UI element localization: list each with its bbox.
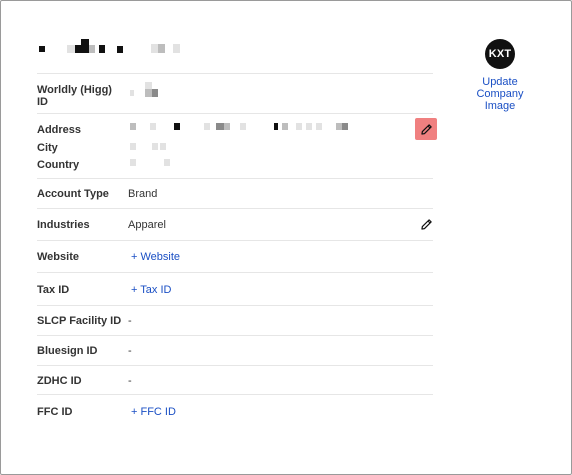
edit-address-button[interactable] xyxy=(415,118,437,140)
row-account-type: Account Type Brand xyxy=(37,178,433,208)
zdhc-id-label: ZDHC ID xyxy=(37,375,82,387)
city-label: City xyxy=(37,142,58,154)
address-value-redacted xyxy=(128,123,368,133)
zdhc-id-value: - xyxy=(128,375,132,387)
company-details-list: Worldly (Higg) ID Address City Country A… xyxy=(37,73,433,426)
row-website: Website + Website xyxy=(37,240,433,272)
row-worldly-id: Worldly (Higg) ID xyxy=(37,73,433,113)
row-tax-id: Tax ID + Tax ID xyxy=(37,272,433,305)
company-name-redacted xyxy=(37,39,197,55)
bluesign-id-value: - xyxy=(128,345,132,357)
address-label: Address xyxy=(37,124,82,136)
update-company-image-link[interactable]: Update Company Image xyxy=(467,76,533,112)
account-type-value: Brand xyxy=(128,188,158,200)
bluesign-id-label: Bluesign ID xyxy=(37,345,98,357)
company-profile-panel: Worldly (Higg) ID Address City Country A… xyxy=(0,0,572,475)
worldly-id-label: Worldly (Higg) ID xyxy=(37,84,112,108)
edit-industries-button[interactable] xyxy=(415,213,437,235)
pencil-icon xyxy=(420,218,432,230)
tax-id-label: Tax ID xyxy=(37,284,70,296)
row-industries: Industries Apparel xyxy=(37,208,433,240)
slcp-facility-id-value: - xyxy=(128,315,132,327)
row-slcp-facility-id: SLCP Facility ID - xyxy=(37,305,433,335)
add-tax-id-link[interactable]: + Tax ID xyxy=(131,284,171,296)
pencil-icon xyxy=(420,123,432,135)
row-bluesign-id: Bluesign ID - xyxy=(37,335,433,365)
country-label: Country xyxy=(37,159,80,171)
add-website-link[interactable]: + Website xyxy=(131,251,180,263)
country-value-redacted xyxy=(128,159,170,169)
website-label: Website xyxy=(37,251,79,263)
industries-label: Industries xyxy=(37,219,90,231)
company-logo-avatar: KXT xyxy=(485,39,515,69)
industries-value: Apparel xyxy=(128,219,166,231)
city-value-redacted xyxy=(128,143,168,153)
worldly-id-value-redacted xyxy=(128,82,168,102)
add-ffc-id-link[interactable]: + FFC ID xyxy=(131,406,176,418)
row-address: Address City Country xyxy=(37,113,433,178)
row-ffc-id: FFC ID + FFC ID xyxy=(37,394,433,426)
ffc-id-label: FFC ID xyxy=(37,406,73,418)
account-type-label: Account Type xyxy=(37,188,109,200)
slcp-facility-id-label: SLCP Facility ID xyxy=(37,315,122,327)
row-zdhc-id: ZDHC ID - xyxy=(37,365,433,394)
